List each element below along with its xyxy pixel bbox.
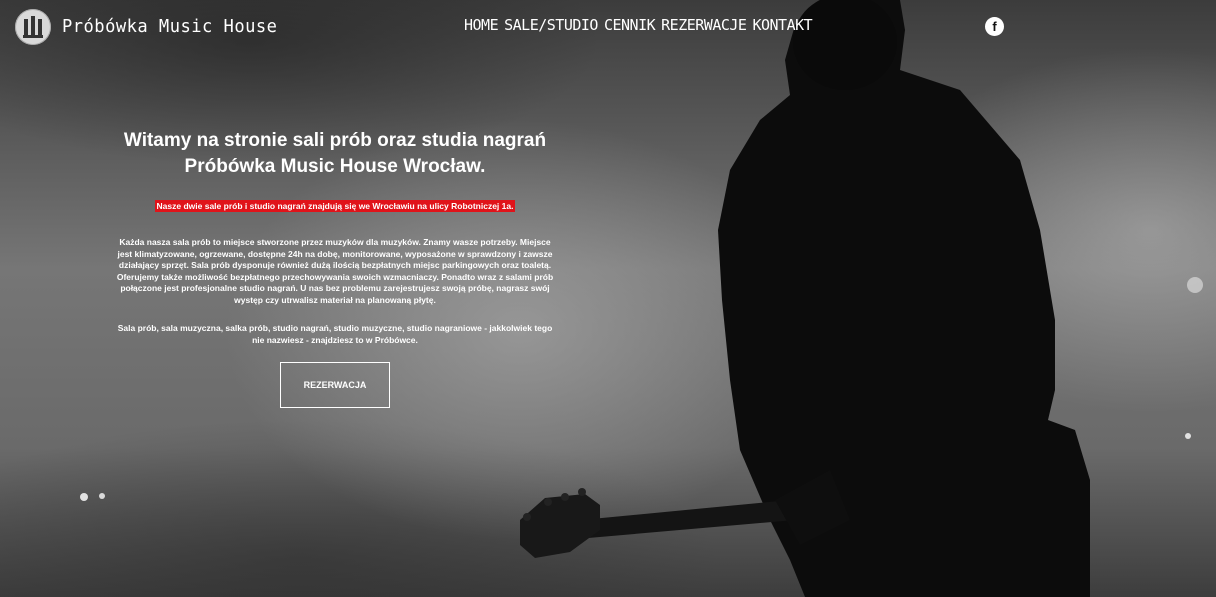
nav-item-sale-studio[interactable]: Sale/Studio xyxy=(504,16,598,34)
headline-line-2: Próbówka Music House Wrocław. xyxy=(184,156,486,177)
facebook-glyph: f xyxy=(992,19,997,34)
main-nav: Home Sale/Studio Cennik Rezerwacje Konta… xyxy=(464,16,813,34)
page-title: Witamy na stronie sali prób oraz studia … xyxy=(113,128,557,180)
logo-text[interactable]: Próbówka Music House xyxy=(62,16,277,37)
facebook-icon[interactable]: f xyxy=(985,17,1004,36)
nav-item-cennik[interactable]: Cennik xyxy=(604,16,656,34)
nav-item-home[interactable]: Home xyxy=(464,16,499,34)
site-header: Próbówka Music House Home Sale/Studio Ce… xyxy=(0,0,1216,54)
headline-line-1: Witamy na stronie sali prób oraz studia … xyxy=(123,130,547,151)
logo-icon[interactable] xyxy=(15,9,51,45)
intro-paragraph: Każda nasza sala prób to miejsce stworzo… xyxy=(116,237,554,305)
nav-item-rezerwacje[interactable]: Rezerwacje xyxy=(661,16,747,34)
keywords-paragraph: Sala prób, sala muzyczna, salka prób, st… xyxy=(117,323,553,345)
address-highlight: Nasze dwie sale prób i studio nagrań zna… xyxy=(113,196,557,214)
reservation-button[interactable]: REZERWACJA xyxy=(280,362,390,408)
address-text: Nasze dwie sale prób i studio nagrań zna… xyxy=(154,200,516,212)
hero-content: Witamy na stronie sali prób oraz studia … xyxy=(113,128,557,408)
nav-item-kontakt[interactable]: Kontakt xyxy=(752,16,812,34)
